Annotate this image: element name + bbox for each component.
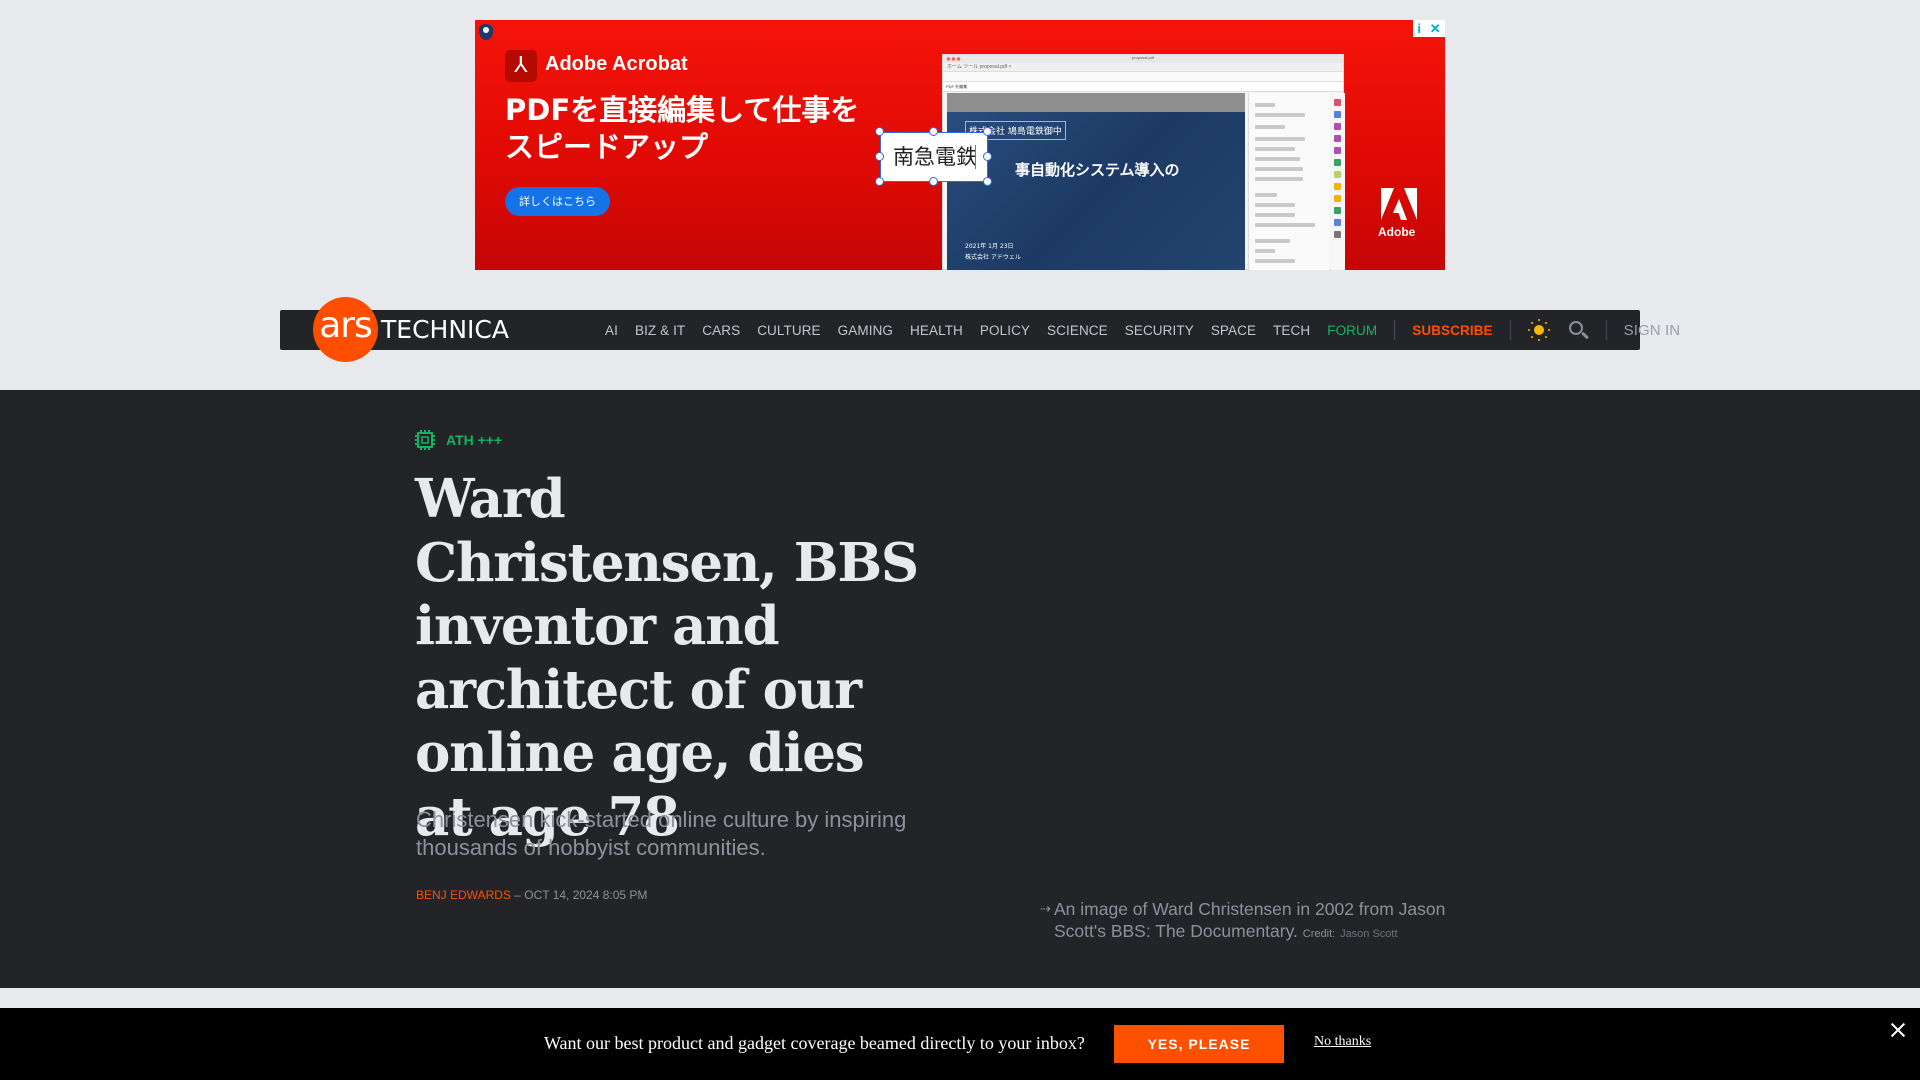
resize-handle-icon — [929, 127, 938, 136]
nav-link-cars[interactable]: CARS — [702, 323, 740, 338]
image-caption: ⇢ An image of Ward Christensen in 2002 f… — [1040, 898, 1490, 945]
ad-app-titlebar: proposal.pdf — [943, 55, 1343, 63]
nav-link-policy[interactable]: POLICY — [980, 323, 1030, 338]
resize-handle-icon — [929, 177, 938, 186]
newsletter-accept-button[interactable]: YES, PLEASE — [1114, 1025, 1284, 1063]
nav-link-tech[interactable]: TECH — [1273, 323, 1310, 338]
ad-headline: PDFを直接編集して仕事をスピードアップ — [505, 93, 860, 164]
nav-divider — [1509, 320, 1511, 340]
article-title: Ward Christensen, BBS inventor and archi… — [415, 468, 919, 848]
section-nav: AI BIZ & IT CARS CULTURE GAMING HEALTH P… — [605, 310, 1680, 350]
byline-separator: – — [510, 888, 525, 902]
resize-handle-icon — [983, 177, 992, 186]
ad-app-tool-rail — [1331, 93, 1345, 270]
adobe-logo-icon — [1381, 188, 1417, 220]
newsletter-decline-link[interactable]: No thanks — [1314, 1034, 1371, 1050]
ad-cta-button[interactable]: 詳しくはこちら — [505, 187, 610, 216]
advertisement-banner[interactable]: i ✕ ⅄ Adobe Acrobat PDFを直接編集して仕事をスピードアップ… — [475, 20, 1445, 270]
sign-in-link[interactable]: SIGN IN — [1624, 322, 1681, 339]
ad-callout-text-box: 南急電鉄 — [880, 132, 988, 182]
nav-link-health[interactable]: HEALTH — [910, 323, 963, 338]
nav-link-forum[interactable]: FORUM — [1327, 323, 1377, 338]
ad-app-side-panel — [1248, 93, 1330, 270]
article-category-link[interactable]: ATH +++ — [446, 431, 502, 449]
article-byline: BENJ EDWARDS – OCT 14, 2024 8:05 PM — [416, 888, 647, 902]
ad-info-icon[interactable]: i — [1417, 21, 1421, 36]
ad-app-tabs: ホーム ツール proposal.pdf × — [943, 63, 1343, 72]
resize-handle-icon — [875, 152, 884, 161]
nav-divider — [1605, 320, 1607, 340]
resize-handle-icon — [875, 177, 884, 186]
acrobat-logo-icon: ⅄ — [505, 50, 537, 82]
resize-handle-icon — [983, 152, 992, 161]
site-logo-technica[interactable]: TECHNICA — [381, 316, 509, 344]
caption-credit-label: Credit: — [1302, 928, 1336, 940]
nav-link-ai[interactable]: AI — [605, 323, 618, 338]
close-icon[interactable] — [1890, 1022, 1906, 1038]
site-logo-ars[interactable]: ars — [313, 297, 378, 362]
article-hero — [0, 390, 1920, 988]
doc-footer: 2021年 1月 23日 株式会社 アドウェル — [965, 243, 1021, 261]
publish-date: OCT 14, 2024 8:05 PM — [524, 888, 648, 902]
author-link[interactable]: BENJ EDWARDS — [416, 888, 511, 902]
window-controls-icon — [946, 57, 962, 61]
ad-brand-name: Adobe Acrobat — [545, 53, 688, 75]
nav-link-culture[interactable]: CULTURE — [757, 323, 820, 338]
adchoices-controls[interactable]: i ✕ — [1413, 20, 1445, 37]
adobe-wordmark: Adobe — [1378, 225, 1416, 239]
ad-app-screenshot: proposal.pdf ホーム ツール proposal.pdf × PDF … — [942, 54, 1345, 270]
doc-title: 事自動化システム導入の — [1015, 161, 1180, 179]
search-icon[interactable] — [1567, 319, 1589, 341]
resize-handle-icon — [983, 127, 992, 136]
sun-icon[interactable] — [1527, 319, 1550, 341]
nav-divider — [1394, 320, 1396, 340]
ad-app-edit-toolbar: PDF を編集 — [943, 82, 1343, 92]
nav-link-biz-it[interactable]: BIZ & IT — [635, 323, 685, 338]
caption-credit-name: Jason Scott — [1340, 928, 1398, 940]
nav-link-security[interactable]: SECURITY — [1125, 323, 1194, 338]
resize-handle-icon — [875, 127, 884, 136]
ad-privacy-shield-icon[interactable] — [479, 24, 493, 40]
ad-app-toolbar — [943, 72, 1343, 82]
chip-icon — [415, 430, 435, 450]
newsletter-prompt: Want our best product and gadget coverag… — [544, 1033, 1085, 1053]
nav-link-gaming[interactable]: GAMING — [838, 323, 893, 338]
page-background-strip — [0, 988, 1920, 1008]
nav-link-space[interactable]: SPACE — [1211, 323, 1256, 338]
nav-link-science[interactable]: SCIENCE — [1047, 323, 1108, 338]
article-dek: Christensen kick-started online culture … — [416, 807, 907, 860]
subscribe-link[interactable]: SUBSCRIBE — [1412, 323, 1492, 338]
ad-close-icon[interactable]: ✕ — [1430, 21, 1441, 37]
caption-arrow-icon: ⇢ — [1040, 901, 1051, 916]
